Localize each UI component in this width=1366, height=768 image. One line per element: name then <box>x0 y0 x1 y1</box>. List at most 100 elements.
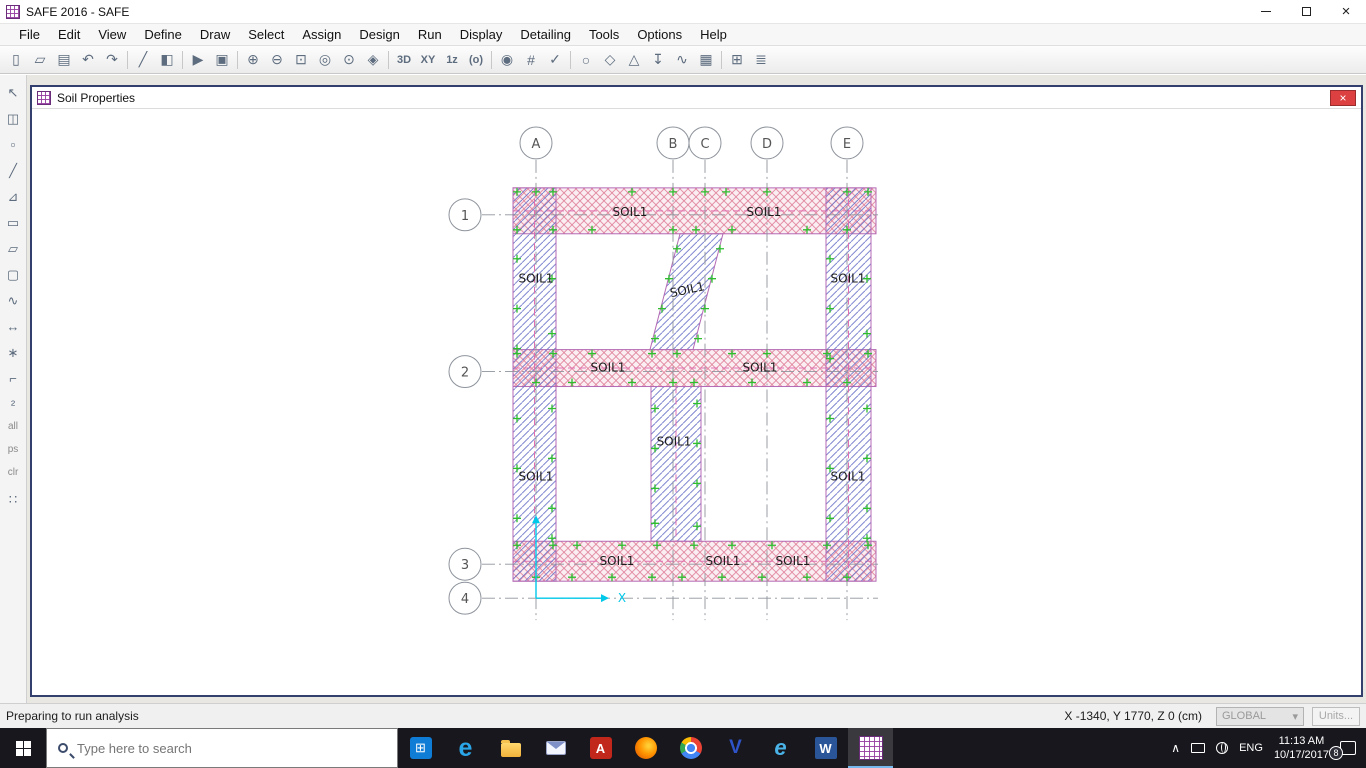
notifications-icon[interactable]: 8 <box>1340 741 1356 755</box>
visio-icon: V <box>724 736 748 760</box>
rotate-view-icon[interactable]: (o) <box>464 49 488 71</box>
left-tool-all[interactable]: all <box>8 421 18 437</box>
undo-icon[interactable]: ↶ <box>76 49 100 71</box>
taskbar-visio[interactable]: V <box>713 728 758 768</box>
taskbar: ⊞eAVeW ∧ ENG 11:13 AM 10/17/2017 8 <box>0 728 1366 768</box>
taskbar-firefox[interactable] <box>623 728 668 768</box>
object-shrink-toggle-icon[interactable]: # <box>519 49 543 71</box>
taskbar-store[interactable]: ⊞ <box>398 728 443 768</box>
menu-display[interactable]: Display <box>451 25 512 44</box>
assign-point-load-icon[interactable]: ↧ <box>646 49 670 71</box>
close-button[interactable]: × <box>1326 0 1366 23</box>
run-analysis-icon[interactable]: ▶ <box>186 49 210 71</box>
coordinate-system-dropdown[interactable]: GLOBAL <box>1216 707 1304 726</box>
open-file-icon[interactable]: ▱ <box>28 49 52 71</box>
tray-date: 10/17/2017 <box>1274 748 1329 762</box>
minimize-button[interactable] <box>1246 0 1286 23</box>
model-canvas[interactable]: ABCDE1234SOIL1SOIL1SOIL1SOIL1SOIL1SOIL1S… <box>32 109 1361 695</box>
zoom-out-icon[interactable]: ⊖ <box>265 49 289 71</box>
restore-full-view-icon[interactable]: ◎ <box>313 49 337 71</box>
menu-assign[interactable]: Assign <box>293 25 350 44</box>
menu-help[interactable]: Help <box>691 25 736 44</box>
quick-draw-line-icon[interactable]: ⊿ <box>2 187 24 206</box>
display-options-icon[interactable]: ✓ <box>543 49 567 71</box>
notification-badge: 8 <box>1329 746 1343 760</box>
taskbar-edge[interactable]: e <box>443 728 488 768</box>
menu-select[interactable]: Select <box>239 25 293 44</box>
select-pointer-icon[interactable]: ↖ <box>2 83 24 102</box>
redo-icon[interactable]: ↷ <box>100 49 124 71</box>
perspective-toggle-icon[interactable]: ◉ <box>495 49 519 71</box>
draw-rectangular-area-icon[interactable]: ▢ <box>2 265 24 284</box>
clock[interactable]: 11:13 AM 10/17/2017 <box>1274 734 1329 763</box>
menu-bar: FileEditViewDefineDrawSelectAssignDesign… <box>0 24 1366 46</box>
child-titlebar[interactable]: Soil Properties × <box>32 87 1361 109</box>
child-close-button[interactable]: × <box>1330 90 1356 106</box>
display-tray-icon[interactable] <box>1191 743 1205 753</box>
draw-dimension-icon[interactable]: ↔ <box>2 317 24 336</box>
search-input[interactable] <box>77 741 386 756</box>
assign-area-load-icon[interactable]: ▦ <box>694 49 718 71</box>
rubber-band-zoom-icon[interactable]: ⊡ <box>289 49 313 71</box>
mail-icon <box>546 741 566 755</box>
taskbar-file-explorer[interactable] <box>488 728 533 768</box>
taskbar-chrome[interactable] <box>668 728 713 768</box>
previous-zoom-icon[interactable]: ⊙ <box>337 49 361 71</box>
menu-draw[interactable]: Draw <box>191 25 239 44</box>
quick-draw-area-icon[interactable]: ▱ <box>2 239 24 258</box>
file-explorer-icon <box>501 743 521 757</box>
draw-slab-rebar-icon[interactable]: ∗ <box>2 343 24 362</box>
similar-objects-icon[interactable]: ² <box>2 395 24 414</box>
start-button[interactable] <box>0 728 46 768</box>
taskbar-acrobat[interactable]: A <box>578 728 623 768</box>
menu-file[interactable]: File <box>10 25 49 44</box>
pan-icon[interactable]: ◈ <box>361 49 385 71</box>
left-tool-clr[interactable]: clr <box>8 467 19 483</box>
zoom-in-icon[interactable]: ⊕ <box>241 49 265 71</box>
assign-line-load-icon[interactable]: ∿ <box>670 49 694 71</box>
taskbar-mail[interactable] <box>533 728 578 768</box>
reshape-object-icon[interactable]: ◫ <box>2 109 24 128</box>
draw-polyline-icon[interactable]: ∿ <box>2 291 24 310</box>
draw-design-strip-icon[interactable]: △ <box>622 49 646 71</box>
refresh-window-icon[interactable]: ╱ <box>131 49 155 71</box>
view-xy-icon[interactable]: XY <box>416 49 440 71</box>
save-icon[interactable]: ▤ <box>52 49 76 71</box>
report-writer-icon[interactable]: ≣ <box>749 49 773 71</box>
snap-options-icon[interactable]: ∷ <box>2 490 24 509</box>
taskbar-search[interactable] <box>46 728 398 768</box>
taskbar-safe[interactable] <box>848 728 893 768</box>
language-indicator[interactable]: ENG <box>1239 742 1263 754</box>
network-tray-icon[interactable] <box>1216 742 1228 754</box>
menu-view[interactable]: View <box>89 25 135 44</box>
svg-text:SOIL1: SOIL1 <box>591 361 626 375</box>
svg-text:2: 2 <box>461 366 469 381</box>
menu-edit[interactable]: Edit <box>49 25 89 44</box>
menu-define[interactable]: Define <box>135 25 191 44</box>
menu-design[interactable]: Design <box>350 25 408 44</box>
draw-point-icon[interactable]: ○ <box>574 49 598 71</box>
draw-slab-icon[interactable]: ◇ <box>598 49 622 71</box>
units-button[interactable]: Units... <box>1312 707 1360 726</box>
taskbar-internet-explorer[interactable]: e <box>758 728 803 768</box>
run-detailing-icon[interactable]: ▣ <box>210 49 234 71</box>
view-3d-icon[interactable]: 3D <box>392 49 416 71</box>
taskbar-word[interactable]: W <box>803 728 848 768</box>
draw-point-tool-icon[interactable]: ▫ <box>2 135 24 154</box>
measure-tool-icon[interactable]: ⌐ <box>2 369 24 388</box>
menu-run[interactable]: Run <box>409 25 451 44</box>
menu-tools[interactable]: Tools <box>580 25 628 44</box>
svg-text:SOIL1: SOIL1 <box>743 361 778 375</box>
lock-model-icon[interactable]: ◧ <box>155 49 179 71</box>
show-tables-icon[interactable]: ⊞ <box>725 49 749 71</box>
draw-line-tool-icon[interactable]: ╱ <box>2 161 24 180</box>
menu-options[interactable]: Options <box>628 25 691 44</box>
draw-area-tool-icon[interactable]: ▭ <box>2 213 24 232</box>
view-xz-icon[interactable]: 1z <box>440 49 464 71</box>
left-tool-ps[interactable]: ps <box>8 444 19 460</box>
new-model-icon[interactable]: ▯ <box>4 49 28 71</box>
tray-expand-icon[interactable]: ∧ <box>1171 741 1180 755</box>
menu-detailing[interactable]: Detailing <box>511 25 580 44</box>
maximize-button[interactable] <box>1286 0 1326 23</box>
plan-drawing[interactable]: ABCDE1234SOIL1SOIL1SOIL1SOIL1SOIL1SOIL1S… <box>32 109 1361 695</box>
